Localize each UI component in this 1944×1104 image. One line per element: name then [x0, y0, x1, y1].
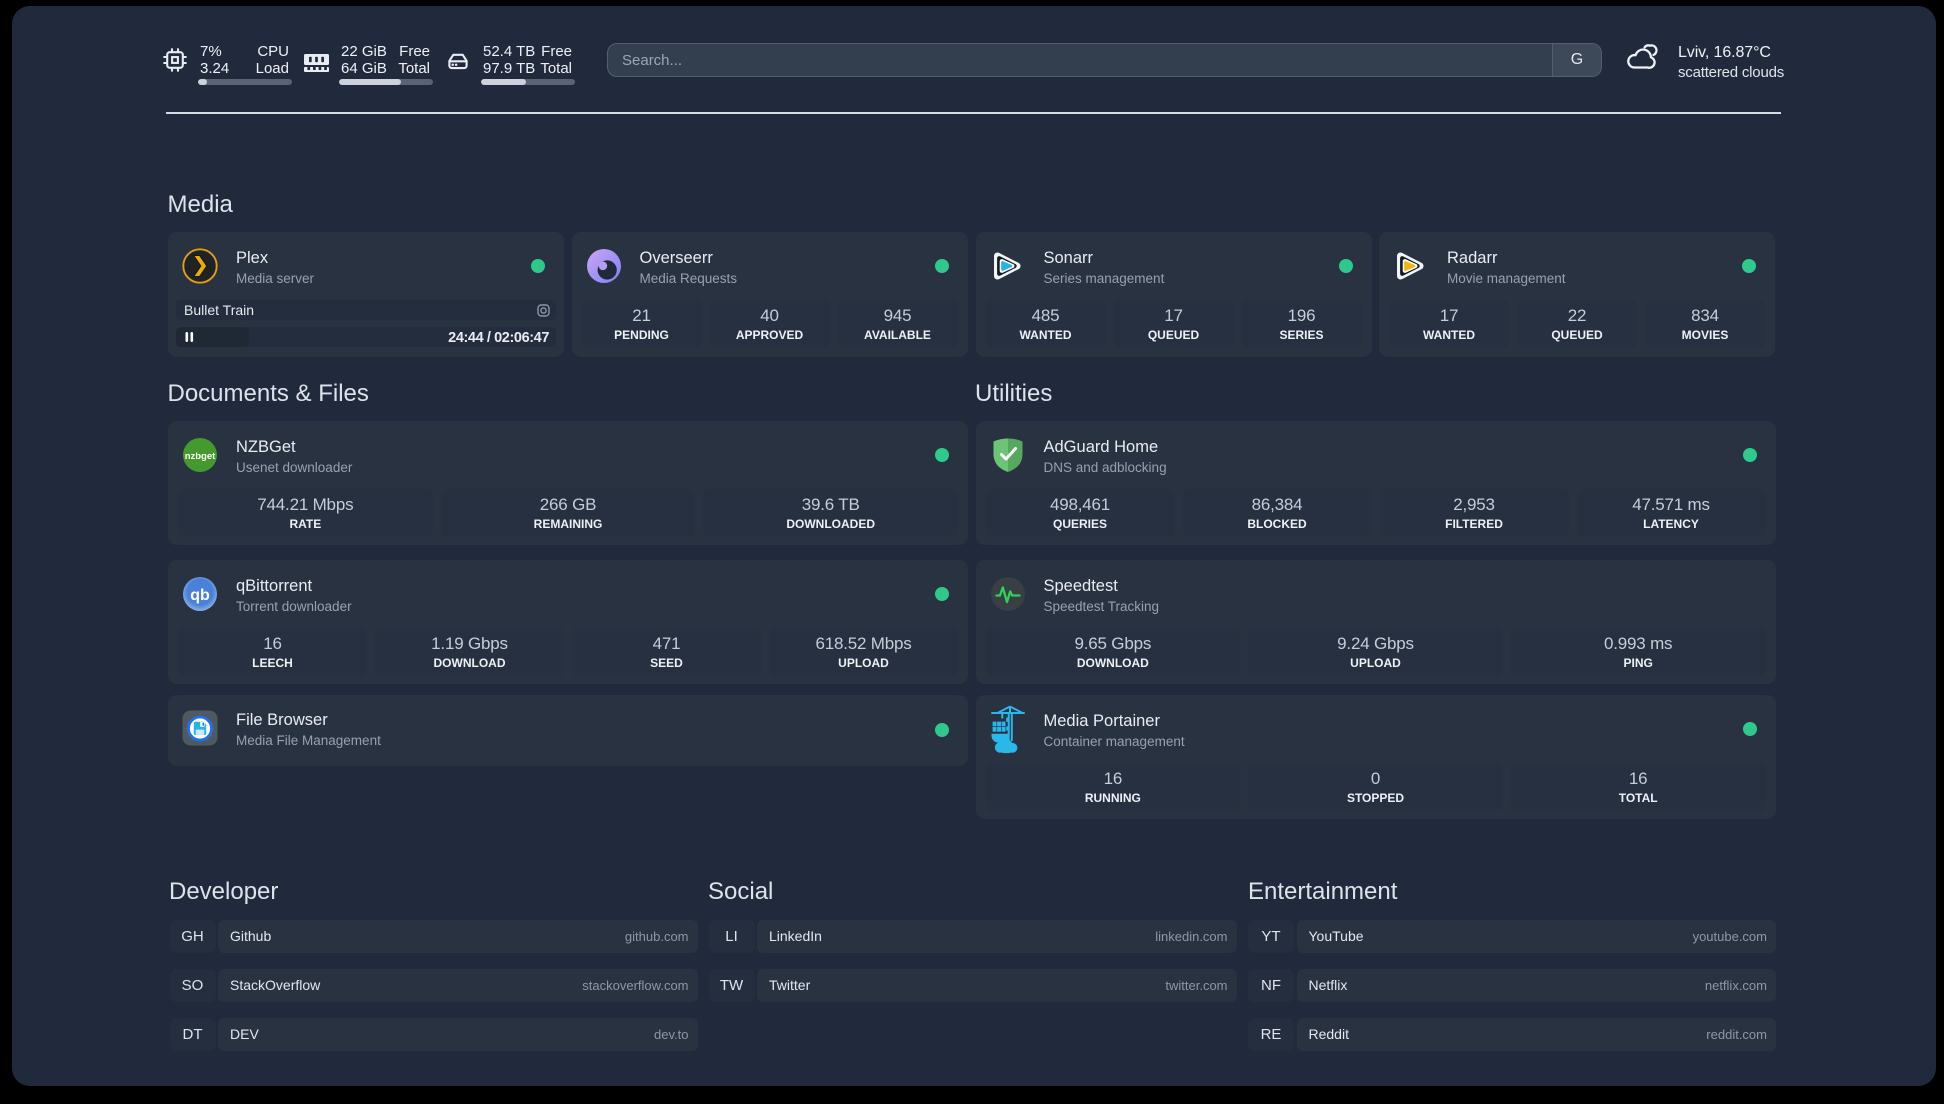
svg-text:qb: qb — [190, 587, 210, 604]
svg-text:nzbget: nzbget — [185, 451, 216, 462]
